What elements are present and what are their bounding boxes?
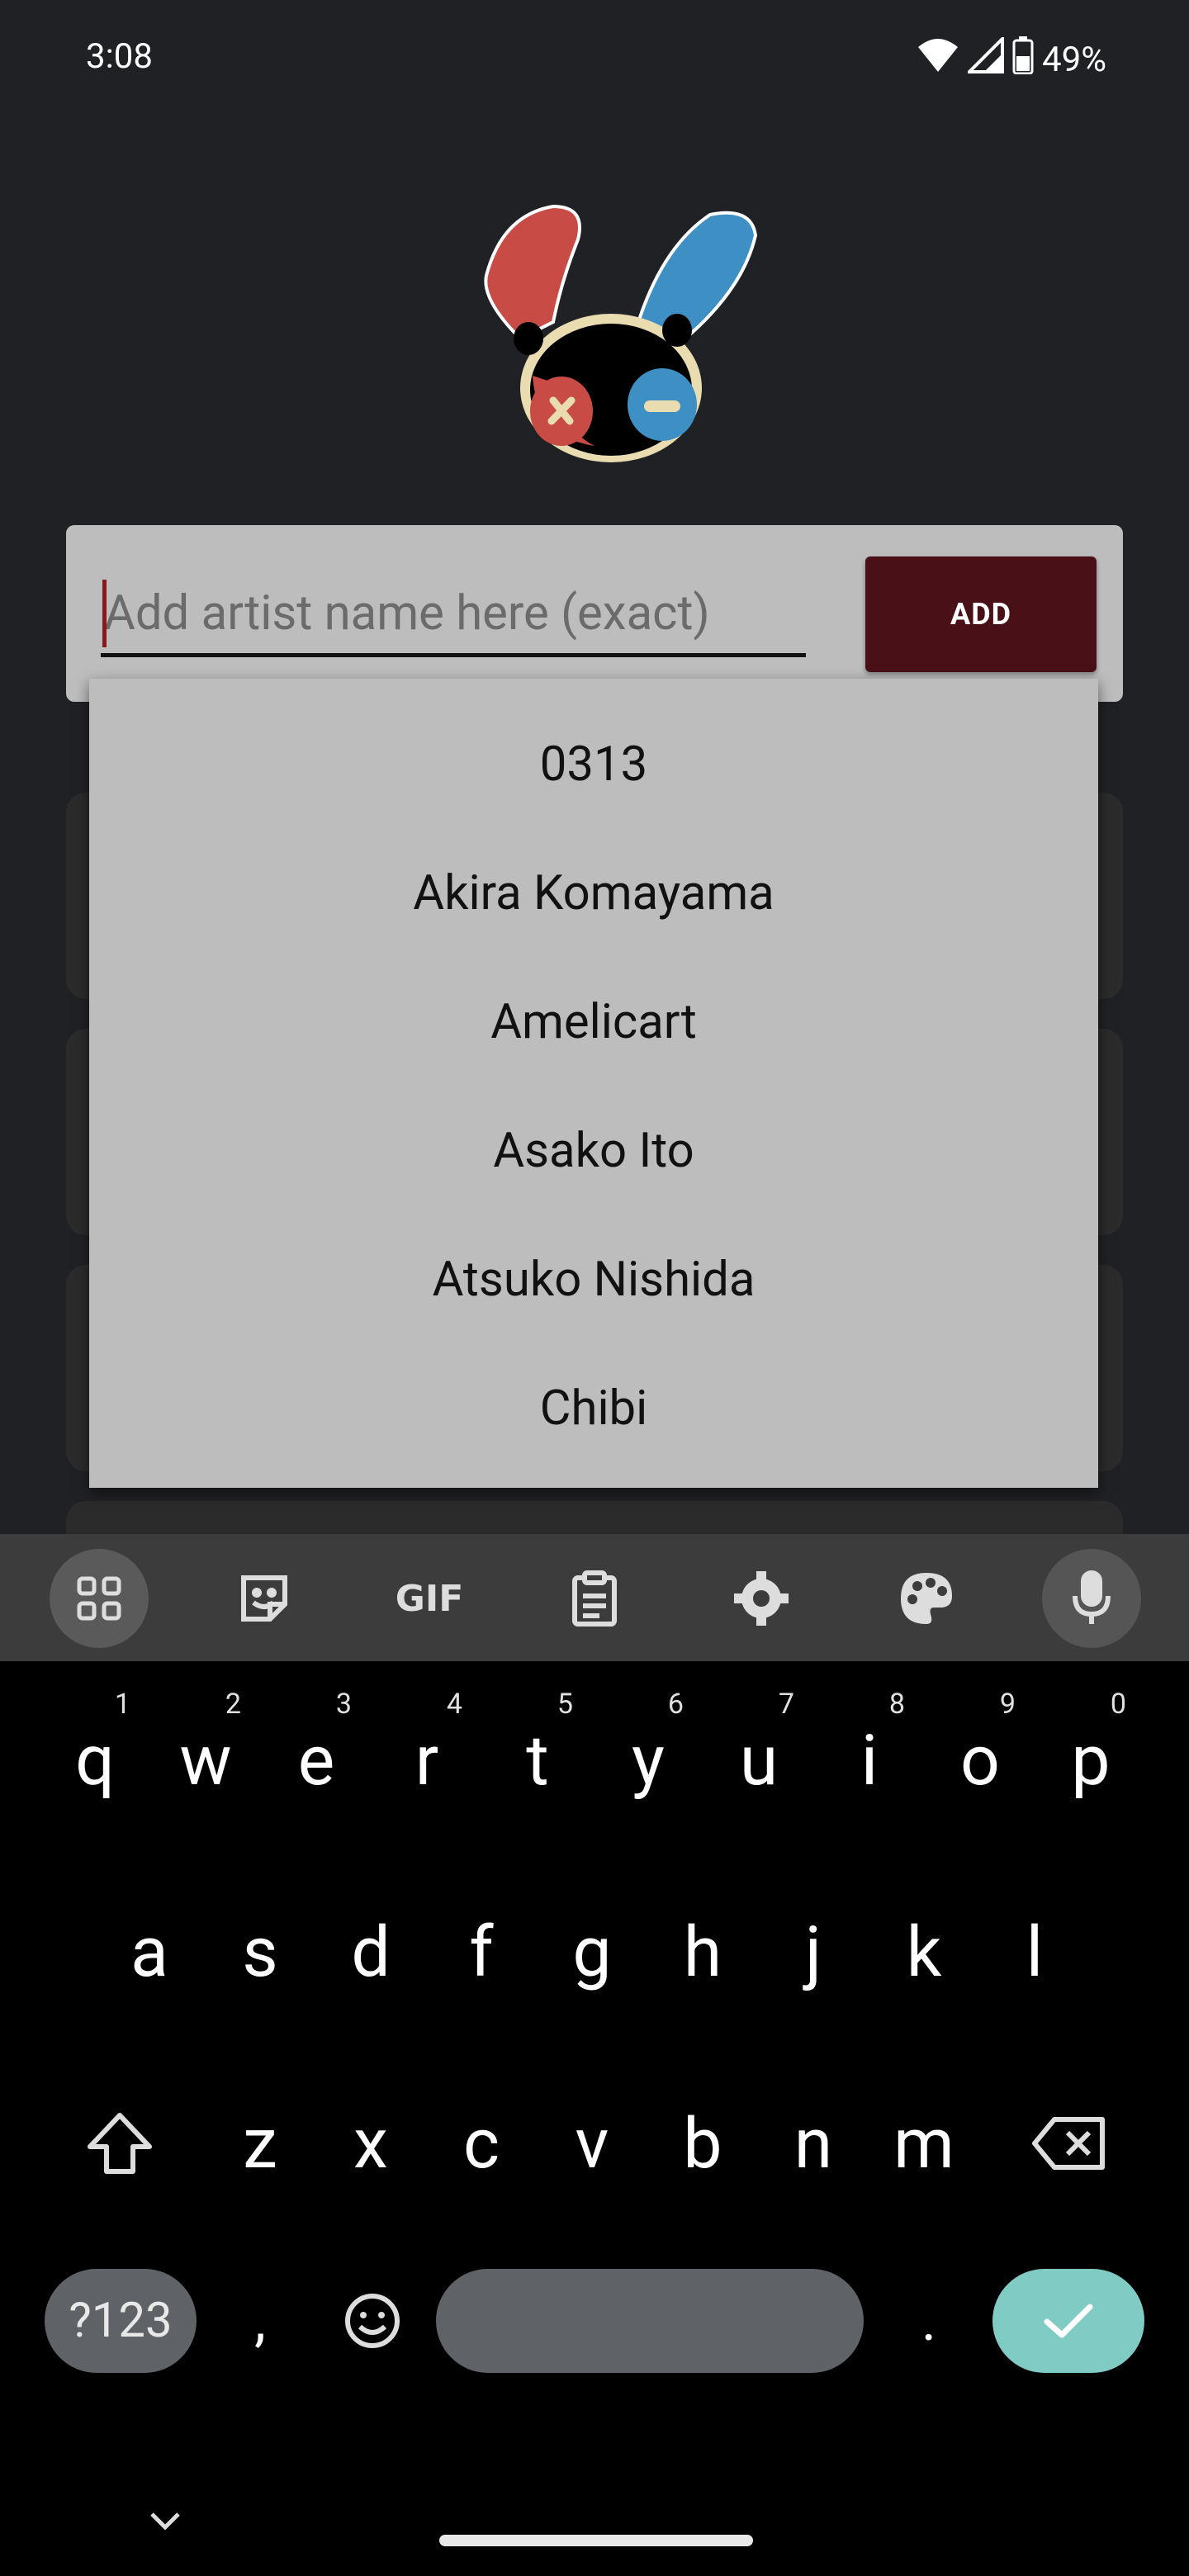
key-v[interactable]: v — [538, 2061, 646, 2226]
keyboard-toolbar: GIF — [0, 1534, 1189, 1661]
dropdown-item[interactable]: Atsuko Nishida — [89, 1215, 1098, 1344]
text-cursor — [102, 580, 107, 647]
shift-key-icon[interactable] — [58, 2061, 182, 2226]
key-k[interactable]: k — [870, 1869, 978, 2034]
keyboard-collapse-chevron-icon[interactable] — [140, 2497, 190, 2546]
key-w[interactable]: w2 — [152, 1678, 259, 1843]
autocomplete-dropdown: 0313 Akira Komayama Amelicart Asako Ito … — [89, 679, 1098, 1488]
period-key[interactable]: . — [892, 2269, 966, 2373]
enter-check-icon[interactable] — [992, 2269, 1144, 2373]
emoji-key-icon[interactable] — [327, 2269, 418, 2373]
status-bar: 3:08 49% — [0, 0, 1189, 116]
key-n[interactable]: n — [760, 2061, 867, 2226]
key-h[interactable]: h — [649, 1869, 756, 2034]
key-p[interactable]: p0 — [1037, 1678, 1144, 1843]
symbols-key[interactable]: ?123 — [45, 2269, 197, 2373]
artist-input-wrapper — [101, 575, 806, 657]
key-m[interactable]: m — [870, 2061, 978, 2226]
space-key[interactable] — [436, 2269, 864, 2373]
key-f[interactable]: f — [428, 1869, 535, 2034]
key-e[interactable]: e3 — [263, 1678, 370, 1843]
comma-key[interactable]: , — [223, 2269, 297, 2373]
key-y[interactable]: y6 — [594, 1678, 702, 1843]
key-i[interactable]: i8 — [816, 1678, 923, 1843]
dropdown-item[interactable]: Amelicart — [89, 958, 1098, 1087]
sticker-icon[interactable] — [215, 1549, 314, 1648]
key-u[interactable]: u7 — [705, 1678, 812, 1843]
add-artist-card: ADD — [66, 525, 1123, 702]
key-d[interactable]: d — [317, 1869, 424, 2034]
key-o[interactable]: o9 — [926, 1678, 1034, 1843]
wifi-icon — [917, 37, 959, 83]
status-icons: 49% — [917, 35, 1106, 83]
backspace-key-icon[interactable] — [1007, 2061, 1131, 2226]
gif-icon[interactable]: GIF — [380, 1549, 479, 1648]
key-s[interactable]: s — [206, 1869, 314, 2034]
key-z[interactable]: z — [206, 2061, 314, 2226]
key-l[interactable]: l — [981, 1869, 1088, 2034]
signal-icon — [965, 35, 1005, 83]
key-t[interactable]: t5 — [484, 1678, 591, 1843]
key-r[interactable]: r4 — [373, 1678, 481, 1843]
status-time: 3:08 — [86, 36, 153, 77]
key-g[interactable]: g — [538, 1869, 646, 2034]
key-a[interactable]: a — [96, 1869, 203, 2034]
key-q[interactable]: q1 — [41, 1678, 149, 1843]
clipboard-icon[interactable] — [545, 1549, 644, 1648]
microphone-icon[interactable] — [1042, 1549, 1141, 1648]
artist-name-input[interactable] — [101, 575, 806, 652]
apps-grid-icon[interactable] — [50, 1549, 149, 1648]
palette-icon[interactable] — [877, 1549, 976, 1648]
bunny-logo-icon — [471, 198, 768, 471]
dropdown-item[interactable]: 0313 — [89, 700, 1098, 829]
soft-keyboard: GIF q1 w2 e3 r4 t5 y6 u7 i8 o9 p0 a s d … — [0, 1534, 1189, 2576]
settings-icon[interactable] — [712, 1549, 811, 1648]
key-c[interactable]: c — [428, 2061, 535, 2226]
battery-percent: 49% — [1042, 40, 1106, 80]
home-indicator[interactable] — [439, 2535, 753, 2546]
dropdown-item[interactable]: Asako Ito — [89, 1087, 1098, 1215]
key-x[interactable]: x — [317, 2061, 424, 2226]
battery-icon — [1012, 36, 1034, 83]
key-b[interactable]: b — [649, 2061, 756, 2226]
dropdown-item[interactable]: Chibi — [89, 1344, 1098, 1473]
add-button[interactable]: ADD — [865, 556, 1097, 672]
key-j[interactable]: j — [760, 1869, 867, 2034]
dropdown-item[interactable]: Akira Komayama — [89, 829, 1098, 958]
